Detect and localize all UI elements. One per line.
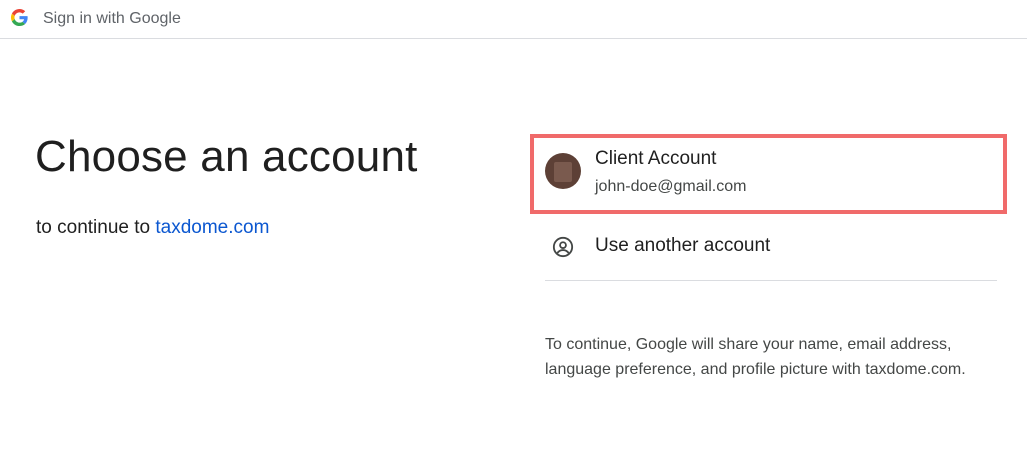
continue-to-prefix: to continue to: [36, 217, 151, 238]
use-another-account-label: Use another account: [595, 235, 771, 256]
sharing-disclaimer: To continue, Google will share your name…: [545, 336, 966, 378]
google-g-icon: [11, 9, 28, 26]
account-circle-icon: [552, 236, 574, 258]
account-name: Client Account: [595, 148, 717, 169]
site-link[interactable]: taxdome.com: [155, 217, 269, 238]
avatar-image: [554, 162, 572, 182]
avatar: [545, 153, 581, 189]
account-item-client[interactable]: Client Account john-doe@gmail.com: [545, 140, 997, 208]
account-email: john-doe@gmail.com: [595, 178, 747, 195]
window-title-bar: Sign in with Google: [0, 0, 1027, 39]
window-title: Sign in with Google: [43, 10, 181, 27]
divider: [545, 280, 997, 281]
use-another-account-button[interactable]: Use another account: [545, 227, 997, 267]
page-title: Choose an account: [35, 132, 418, 181]
continue-to-text: to continue to taxdome.com: [36, 217, 269, 239]
